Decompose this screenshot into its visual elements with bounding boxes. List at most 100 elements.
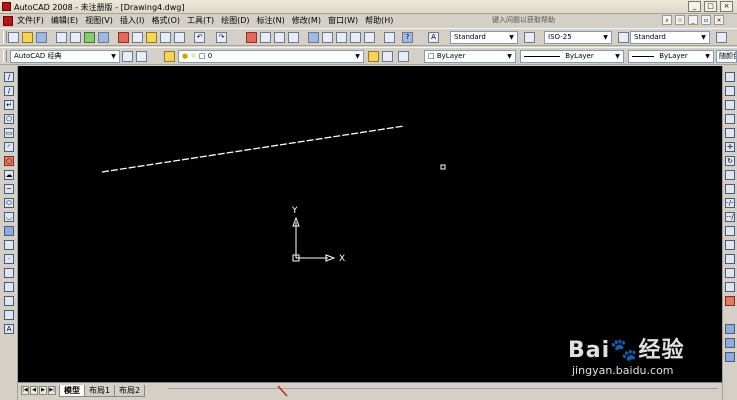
paste-icon[interactable]: [146, 32, 157, 43]
undo-icon[interactable]: ↶: [194, 32, 205, 43]
scale-icon[interactable]: [725, 170, 735, 180]
tool-palettes-icon[interactable]: [336, 32, 347, 43]
menu-file[interactable]: 文件(F): [17, 15, 44, 26]
point-icon[interactable]: ·: [4, 254, 14, 264]
mirror-icon[interactable]: [725, 100, 735, 110]
bring-to-front-icon[interactable]: [725, 338, 735, 348]
help-close-icon[interactable]: ×: [714, 15, 724, 25]
first-tab-icon[interactable]: |◀: [21, 386, 29, 395]
linetype-select[interactable]: ByLayer ▼: [520, 50, 624, 63]
ellipse-arc-icon[interactable]: ◡: [4, 212, 14, 222]
copy-object-icon[interactable]: [725, 86, 735, 96]
mleader-style-icon[interactable]: [716, 32, 727, 43]
circle-icon[interactable]: ○: [4, 156, 14, 166]
close-button[interactable]: ×: [720, 1, 733, 12]
drawing-canvas[interactable]: Y X Bai🐾经验 jingyan.baidu.com: [18, 66, 722, 382]
search-icon[interactable]: ⌕: [662, 15, 672, 25]
workspace-settings-icon[interactable]: [122, 51, 133, 62]
properties-icon[interactable]: [308, 32, 319, 43]
make-current-layer-icon[interactable]: [368, 51, 379, 62]
zoom-window-icon[interactable]: [274, 32, 285, 43]
cut-icon[interactable]: [118, 32, 129, 43]
maximize-button[interactable]: □: [704, 1, 717, 12]
explode-icon[interactable]: [725, 296, 735, 306]
text-style-icon[interactable]: A: [428, 32, 439, 43]
make-block-icon[interactable]: [4, 240, 14, 250]
help-min-icon[interactable]: _: [688, 15, 698, 25]
print-icon[interactable]: [56, 32, 67, 43]
pan-icon[interactable]: [246, 32, 257, 43]
insert-block-icon[interactable]: [4, 226, 14, 236]
rectangle-icon[interactable]: ▭: [4, 128, 14, 138]
block-editor-icon[interactable]: [174, 32, 185, 43]
autocad-app-icon[interactable]: [2, 2, 11, 11]
open-file-icon[interactable]: [22, 32, 33, 43]
chamfer-icon[interactable]: [725, 268, 735, 278]
dim-style-select[interactable]: ISO-25 ▼: [544, 31, 612, 44]
redo-icon[interactable]: ↷: [216, 32, 227, 43]
help-icon[interactable]: ?: [402, 32, 413, 43]
polygon-icon[interactable]: ⬠: [4, 114, 14, 124]
spline-icon[interactable]: ~: [4, 184, 14, 194]
menu-window[interactable]: 窗口(W): [328, 15, 358, 26]
dim-style-icon[interactable]: [524, 32, 535, 43]
menu-edit[interactable]: 编辑(E): [51, 15, 78, 26]
offset-icon[interactable]: [725, 114, 735, 124]
drawn-line[interactable]: [101, 125, 405, 173]
menu-modify[interactable]: 修改(M): [292, 15, 321, 26]
markup-icon[interactable]: [364, 32, 375, 43]
stretch-icon[interactable]: [725, 184, 735, 194]
last-tab-icon[interactable]: ▶|: [48, 386, 56, 395]
array-icon[interactable]: [725, 128, 735, 138]
toolbar-grip[interactable]: [3, 31, 7, 43]
layer-manager-icon[interactable]: [164, 51, 175, 62]
calculator-icon[interactable]: [384, 32, 395, 43]
help-restore-icon[interactable]: ▫: [701, 15, 711, 25]
horizontal-scrollbar[interactable]: [168, 388, 718, 397]
color-select[interactable]: □ ByLayer ▼: [424, 50, 516, 63]
print-preview-icon[interactable]: [70, 32, 81, 43]
menu-draw[interactable]: 绘图(D): [221, 15, 249, 26]
mtext-icon[interactable]: A: [4, 324, 14, 334]
lineweight-select[interactable]: ByLayer ▼: [628, 50, 714, 63]
erase-icon[interactable]: [725, 72, 735, 82]
text-style-select[interactable]: Standard ▼: [450, 31, 518, 44]
menu-dimension[interactable]: 标注(N): [257, 15, 285, 26]
tab-model[interactable]: 模型: [59, 385, 85, 397]
publish-icon[interactable]: [84, 32, 95, 43]
match-properties-icon[interactable]: [160, 32, 171, 43]
region-icon[interactable]: [4, 296, 14, 306]
new-file-icon[interactable]: [8, 32, 19, 43]
table-style-select[interactable]: Standard ▼: [630, 31, 710, 44]
ellipse-icon[interactable]: ⬭: [4, 198, 14, 208]
hatch-icon[interactable]: [4, 268, 14, 278]
3d-dwf-icon[interactable]: [98, 32, 109, 43]
document-icon[interactable]: [3, 15, 13, 26]
design-center-icon[interactable]: [322, 32, 333, 43]
menu-tools[interactable]: 工具(T): [187, 15, 214, 26]
extend-icon[interactable]: --/: [725, 212, 735, 222]
layer-states-icon[interactable]: [398, 51, 409, 62]
arc-icon[interactable]: ◜: [4, 142, 14, 152]
menu-view[interactable]: 视图(V): [85, 15, 113, 26]
construction-line-icon[interactable]: /: [4, 86, 14, 96]
join-icon[interactable]: [725, 254, 735, 264]
menu-insert[interactable]: 插入(I): [120, 15, 145, 26]
rotate-icon[interactable]: ↻: [725, 156, 735, 166]
toolbar-grip[interactable]: [3, 50, 7, 62]
move-icon[interactable]: ✛: [725, 142, 735, 152]
workspace-select[interactable]: AutoCAD 经典 ▼: [10, 50, 120, 63]
layer-previous-icon[interactable]: [382, 51, 393, 62]
help-search-input[interactable]: 键入问题以获取帮助: [492, 15, 656, 26]
fillet-icon[interactable]: [725, 282, 735, 292]
trim-icon[interactable]: -/-: [725, 198, 735, 208]
plot-style-select[interactable]: 随颜色: [716, 50, 737, 63]
copy-icon[interactable]: [132, 32, 143, 43]
table-style-icon[interactable]: [618, 32, 629, 43]
gradient-icon[interactable]: [4, 282, 14, 292]
draw-order-icon[interactable]: [725, 324, 735, 334]
break-at-point-icon[interactable]: [725, 226, 735, 236]
send-to-back-icon[interactable]: [725, 352, 735, 362]
zoom-realtime-icon[interactable]: [260, 32, 271, 43]
next-tab-icon[interactable]: ▶: [39, 386, 47, 395]
